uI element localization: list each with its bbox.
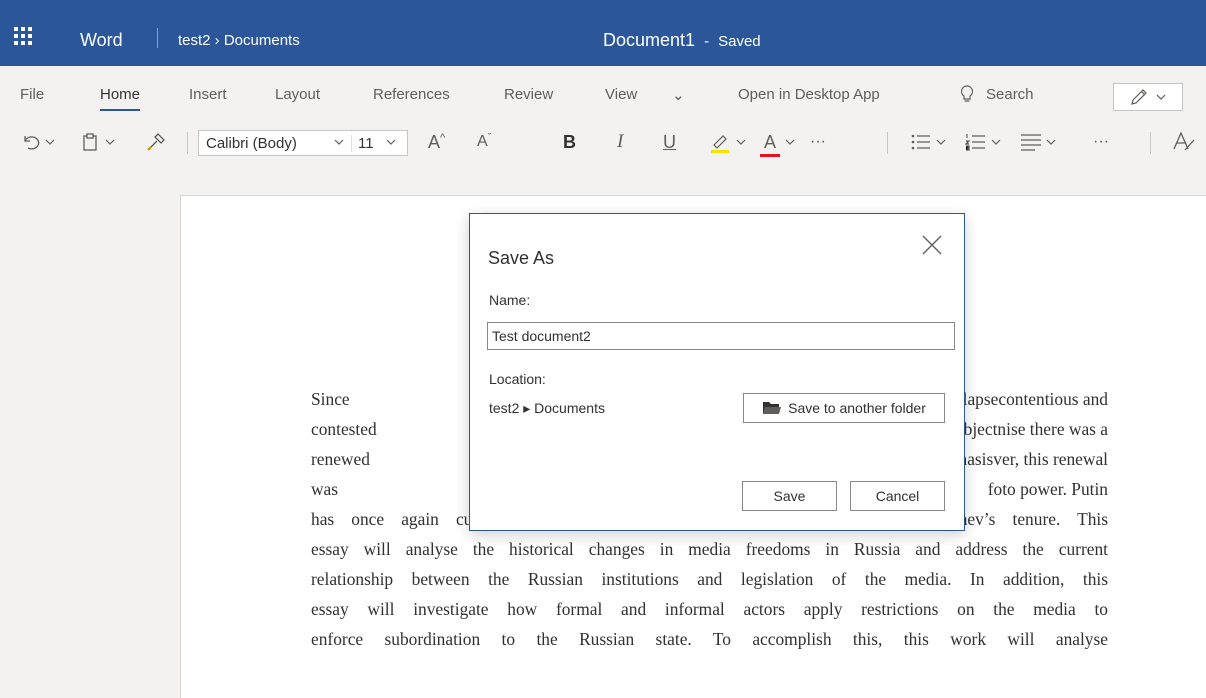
align-left-icon bbox=[1021, 134, 1041, 151]
tab-references[interactable]: References bbox=[373, 86, 450, 103]
font-size-field[interactable]: 11 bbox=[351, 134, 385, 152]
editing-mode-button[interactable] bbox=[1113, 83, 1183, 111]
app-launcher-icon[interactable] bbox=[14, 27, 32, 45]
dialog-title: Save As bbox=[488, 248, 555, 268]
font-color-swatch bbox=[760, 153, 780, 157]
caret-up-icon: ^ bbox=[440, 132, 446, 144]
undo-button[interactable] bbox=[20, 122, 56, 162]
shrink-font-icon: A bbox=[477, 133, 488, 150]
numbered-list-icon bbox=[965, 134, 985, 151]
text-line: relationship between the Russian institu… bbox=[311, 569, 1108, 589]
chevron-down-icon bbox=[736, 139, 746, 145]
text-line: enforce subordination to the Russian sta… bbox=[311, 629, 1108, 649]
ribbon: File Home Insert Layout References Revie… bbox=[0, 66, 1206, 172]
caret-down-icon: ˇ bbox=[487, 132, 492, 144]
tab-review[interactable]: Review bbox=[504, 86, 553, 103]
pencil-icon bbox=[1131, 89, 1147, 105]
title-divider bbox=[157, 28, 158, 48]
tab-home[interactable]: Home bbox=[100, 86, 141, 111]
bulleted-list-icon bbox=[911, 134, 930, 150]
font-picker[interactable]: Calibri (Body) 11 bbox=[198, 130, 408, 156]
grow-font-icon: A bbox=[428, 131, 441, 152]
chevron-down-icon bbox=[1156, 94, 1166, 100]
title-bar: Word test2 › Documents Document1 - Saved bbox=[0, 0, 1206, 66]
styles-button[interactable] bbox=[1172, 122, 1196, 162]
title-separator: - bbox=[704, 33, 710, 50]
save-button[interactable]: Save bbox=[742, 481, 837, 511]
home-toolbar: Calibri (Body) 11 A ^ Aˇ B I U A ··· ··· bbox=[0, 122, 1206, 162]
lightbulb-icon bbox=[960, 84, 974, 102]
font-size-chevron-icon[interactable] bbox=[385, 136, 407, 151]
toolbar-divider bbox=[187, 132, 188, 154]
font-color-letter: A bbox=[763, 131, 776, 152]
file-name-input[interactable] bbox=[487, 322, 955, 350]
highlighter-icon bbox=[711, 135, 729, 153]
tab-layout[interactable]: Layout bbox=[275, 86, 320, 103]
document-title[interactable]: Document1 - Saved bbox=[603, 30, 761, 51]
folder-icon bbox=[763, 402, 782, 414]
location-label: Location: bbox=[489, 371, 546, 387]
grow-font-button[interactable]: A ^ bbox=[428, 122, 445, 162]
tab-file[interactable]: File bbox=[20, 86, 44, 103]
font-name-field[interactable]: Calibri (Body) bbox=[199, 135, 333, 152]
search-button[interactable]: Search bbox=[960, 84, 1034, 103]
chevron-down-icon bbox=[785, 139, 795, 145]
bullets-button[interactable] bbox=[910, 122, 947, 162]
format-painter-icon bbox=[147, 133, 165, 151]
toolbar-divider bbox=[887, 132, 888, 154]
tab-insert[interactable]: Insert bbox=[189, 86, 227, 103]
chevron-down-icon bbox=[936, 139, 946, 145]
ribbon-tabs: File Home Insert Layout References Revie… bbox=[0, 66, 1206, 111]
save-to-another-folder-label: Save to another folder bbox=[788, 400, 926, 416]
text-line: essay will analyse the historical change… bbox=[311, 539, 1108, 559]
chevron-down-icon bbox=[105, 139, 115, 145]
align-button[interactable] bbox=[1020, 122, 1057, 162]
save-status: Saved bbox=[718, 33, 761, 50]
more-tabs-chevron-icon[interactable]: ⌄ bbox=[672, 86, 685, 104]
toolbar-divider bbox=[1150, 132, 1151, 154]
document-name: Document1 bbox=[603, 30, 696, 50]
chevron-down-icon bbox=[1046, 139, 1056, 145]
underline-button[interactable]: U bbox=[663, 122, 676, 162]
font-name-chevron-icon[interactable] bbox=[333, 136, 351, 151]
app-name[interactable]: Word bbox=[80, 30, 123, 51]
shrink-font-button[interactable]: Aˇ bbox=[477, 122, 491, 162]
more-font-options-button[interactable]: ··· bbox=[810, 122, 826, 162]
clipboard-icon bbox=[83, 133, 97, 151]
undo-icon bbox=[24, 136, 40, 150]
chevron-down-icon bbox=[45, 139, 55, 145]
highlight-button[interactable] bbox=[708, 122, 747, 162]
font-color-button[interactable]: A bbox=[760, 122, 796, 162]
close-icon[interactable] bbox=[921, 234, 943, 256]
cancel-button[interactable]: Cancel bbox=[850, 481, 945, 511]
location-path: test2 ▸ Documents bbox=[489, 400, 605, 416]
format-painter-button[interactable] bbox=[145, 122, 167, 162]
save-to-another-folder-button[interactable]: Save to another folder bbox=[743, 393, 945, 423]
paste-button[interactable] bbox=[80, 122, 116, 162]
breadcrumb[interactable]: test2 › Documents bbox=[178, 32, 300, 49]
font-color-icon: A bbox=[760, 131, 780, 157]
text-line: essay will investigate how formal and in… bbox=[311, 599, 1108, 619]
styles-icon bbox=[1173, 131, 1195, 151]
tab-view[interactable]: View bbox=[605, 86, 637, 103]
numbering-button[interactable] bbox=[965, 122, 1002, 162]
more-paragraph-options-button[interactable]: ··· bbox=[1093, 122, 1109, 162]
italic-button[interactable]: I bbox=[617, 122, 623, 162]
bold-button[interactable]: B bbox=[563, 122, 576, 162]
search-label: Search bbox=[986, 86, 1034, 103]
save-as-dialog: Save As Name: Location: test2 ▸ Document… bbox=[469, 213, 965, 531]
open-in-desktop-app-button[interactable]: Open in Desktop App bbox=[738, 86, 880, 103]
name-label: Name: bbox=[489, 292, 531, 308]
chevron-down-icon bbox=[991, 139, 1001, 145]
